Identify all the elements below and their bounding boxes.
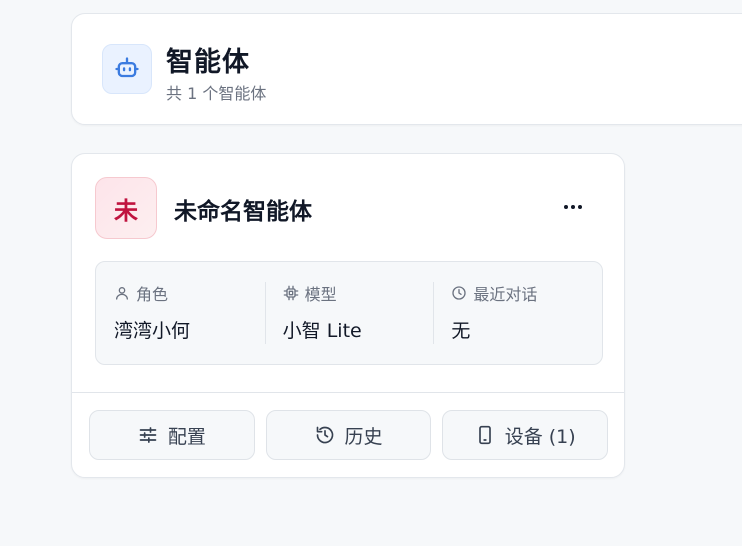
avatar: 未 [95,177,157,239]
agent-info-panel: 角色 湾湾小何 模型 小智 Lite 最近对话 无 [95,261,603,365]
info-model-label: 模型 [304,285,337,304]
config-button-label: 配置 [167,425,206,448]
config-button[interactable]: 配置 [89,410,255,460]
history-button-label: 历史 [344,425,383,448]
info-model: 模型 小智 Lite [264,262,434,364]
phone-icon [478,425,491,445]
info-recent-label: 最近对话 [473,285,538,304]
page-title: 智能体 [166,47,250,78]
info-model-value: 小智 Lite [282,320,362,342]
user-icon [116,287,128,300]
agent-count: 共 1 个智能体 [166,84,267,103]
agent-name: 未命名智能体 [174,199,312,225]
info-role-label: 角色 [136,285,169,304]
agent-card[interactable]: 未 未命名智能体 角色 湾湾小何 模型 小智 Lite 最近对话 无 配置 历史… [71,153,625,478]
agent-actions: 配置 历史 设备 (1) [89,410,609,461]
devices-button-label: 设备 (1) [504,425,576,448]
sliders-icon [139,427,157,443]
info-role: 角色 湾湾小何 [96,262,265,364]
more-options-button[interactable] [558,192,588,222]
clock-icon [452,286,467,300]
chip-icon [283,285,299,301]
info-recent-value: 无 [451,320,471,342]
info-role-value: 湾湾小何 [114,320,191,342]
more-icon [564,205,582,209]
history-button[interactable]: 历史 [265,410,432,460]
page: 智能体 共 1 个智能体 未 未命名智能体 角色 湾湾小何 模型 小智 Lite… [0,0,742,546]
agents-header-card: 智能体 共 1 个智能体 [71,13,742,125]
card-divider [72,392,624,393]
robot-icon [102,44,152,94]
history-icon [316,426,333,444]
devices-button[interactable]: 设备 (1) [442,410,609,460]
info-recent: 最近对话 无 [433,262,602,364]
